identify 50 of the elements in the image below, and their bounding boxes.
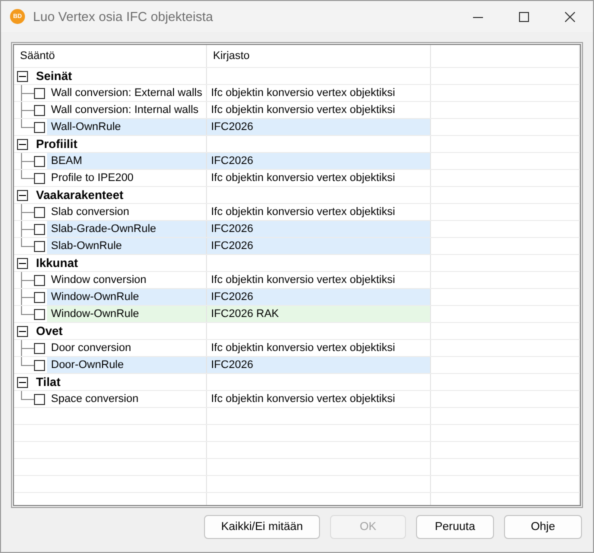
library-cell: IFC2026: [207, 119, 430, 135]
collapse-toggle[interactable]: [17, 190, 28, 200]
collapse-toggle[interactable]: [17, 258, 28, 268]
dialog-button[interactable]: Peruuta: [416, 515, 494, 539]
checkbox[interactable]: [34, 308, 45, 320]
library-cell: IFC2026: [207, 357, 430, 373]
collapse-toggle[interactable]: [17, 70, 28, 82]
group-label: Profiilit: [36, 137, 78, 151]
dialog-button[interactable]: Kaikki/Ei mitään: [204, 515, 320, 539]
column-header[interactable]: Kirjasto: [207, 45, 431, 67]
checkbox[interactable]: [34, 156, 45, 166]
checkbox[interactable]: [34, 274, 45, 286]
library-cell: IFC2026: [207, 289, 430, 305]
library-cell: IFC2026 RAK: [207, 306, 430, 322]
rule-name[interactable]: Slab-Grade-OwnRule: [47, 221, 206, 237]
rule-name[interactable]: Wall-OwnRule: [47, 119, 206, 135]
library-cell: IFC2026: [207, 221, 430, 237]
group-label: Ovet: [36, 324, 63, 338]
library-cell: IFC2026: [207, 238, 430, 254]
checkbox[interactable]: [34, 394, 45, 404]
tree-connector: [21, 204, 34, 220]
tree-connector: [21, 85, 34, 101]
tree-connector: [21, 272, 34, 288]
checkbox[interactable]: [34, 206, 45, 218]
checkbox[interactable]: [34, 224, 45, 234]
rule-name[interactable]: Window-OwnRule: [47, 306, 206, 322]
group-label: Tilat: [36, 375, 60, 389]
collapse-toggle[interactable]: [17, 376, 28, 388]
group-label: Seinät: [36, 69, 72, 83]
checkbox[interactable]: [34, 240, 45, 252]
column-header[interactable]: Sääntö: [14, 45, 207, 67]
checkbox[interactable]: [34, 360, 45, 370]
group-label: Ikkunat: [36, 256, 78, 270]
tree-connector: [21, 391, 34, 400]
rule-name[interactable]: Door-OwnRule: [47, 357, 206, 373]
library-cell: IFC2026: [207, 153, 430, 169]
checkbox[interactable]: [34, 292, 45, 302]
collapse-toggle[interactable]: [17, 138, 28, 150]
checkbox[interactable]: [34, 342, 45, 354]
collapse-toggle[interactable]: [17, 326, 28, 336]
rule-name[interactable]: BEAM: [47, 153, 206, 169]
checkbox[interactable]: [34, 88, 45, 98]
dialog-button[interactable]: Ohje: [504, 515, 582, 539]
checkbox[interactable]: [34, 122, 45, 132]
group-label: Vaakarakenteet: [36, 188, 124, 202]
rule-name[interactable]: Window-OwnRule: [47, 289, 206, 305]
rule-name[interactable]: Slab-OwnRule: [47, 238, 206, 254]
checkbox[interactable]: [34, 172, 45, 184]
window-title: Luo Vertex osia IFC objekteista: [33, 9, 214, 24]
checkbox[interactable]: [34, 104, 45, 116]
